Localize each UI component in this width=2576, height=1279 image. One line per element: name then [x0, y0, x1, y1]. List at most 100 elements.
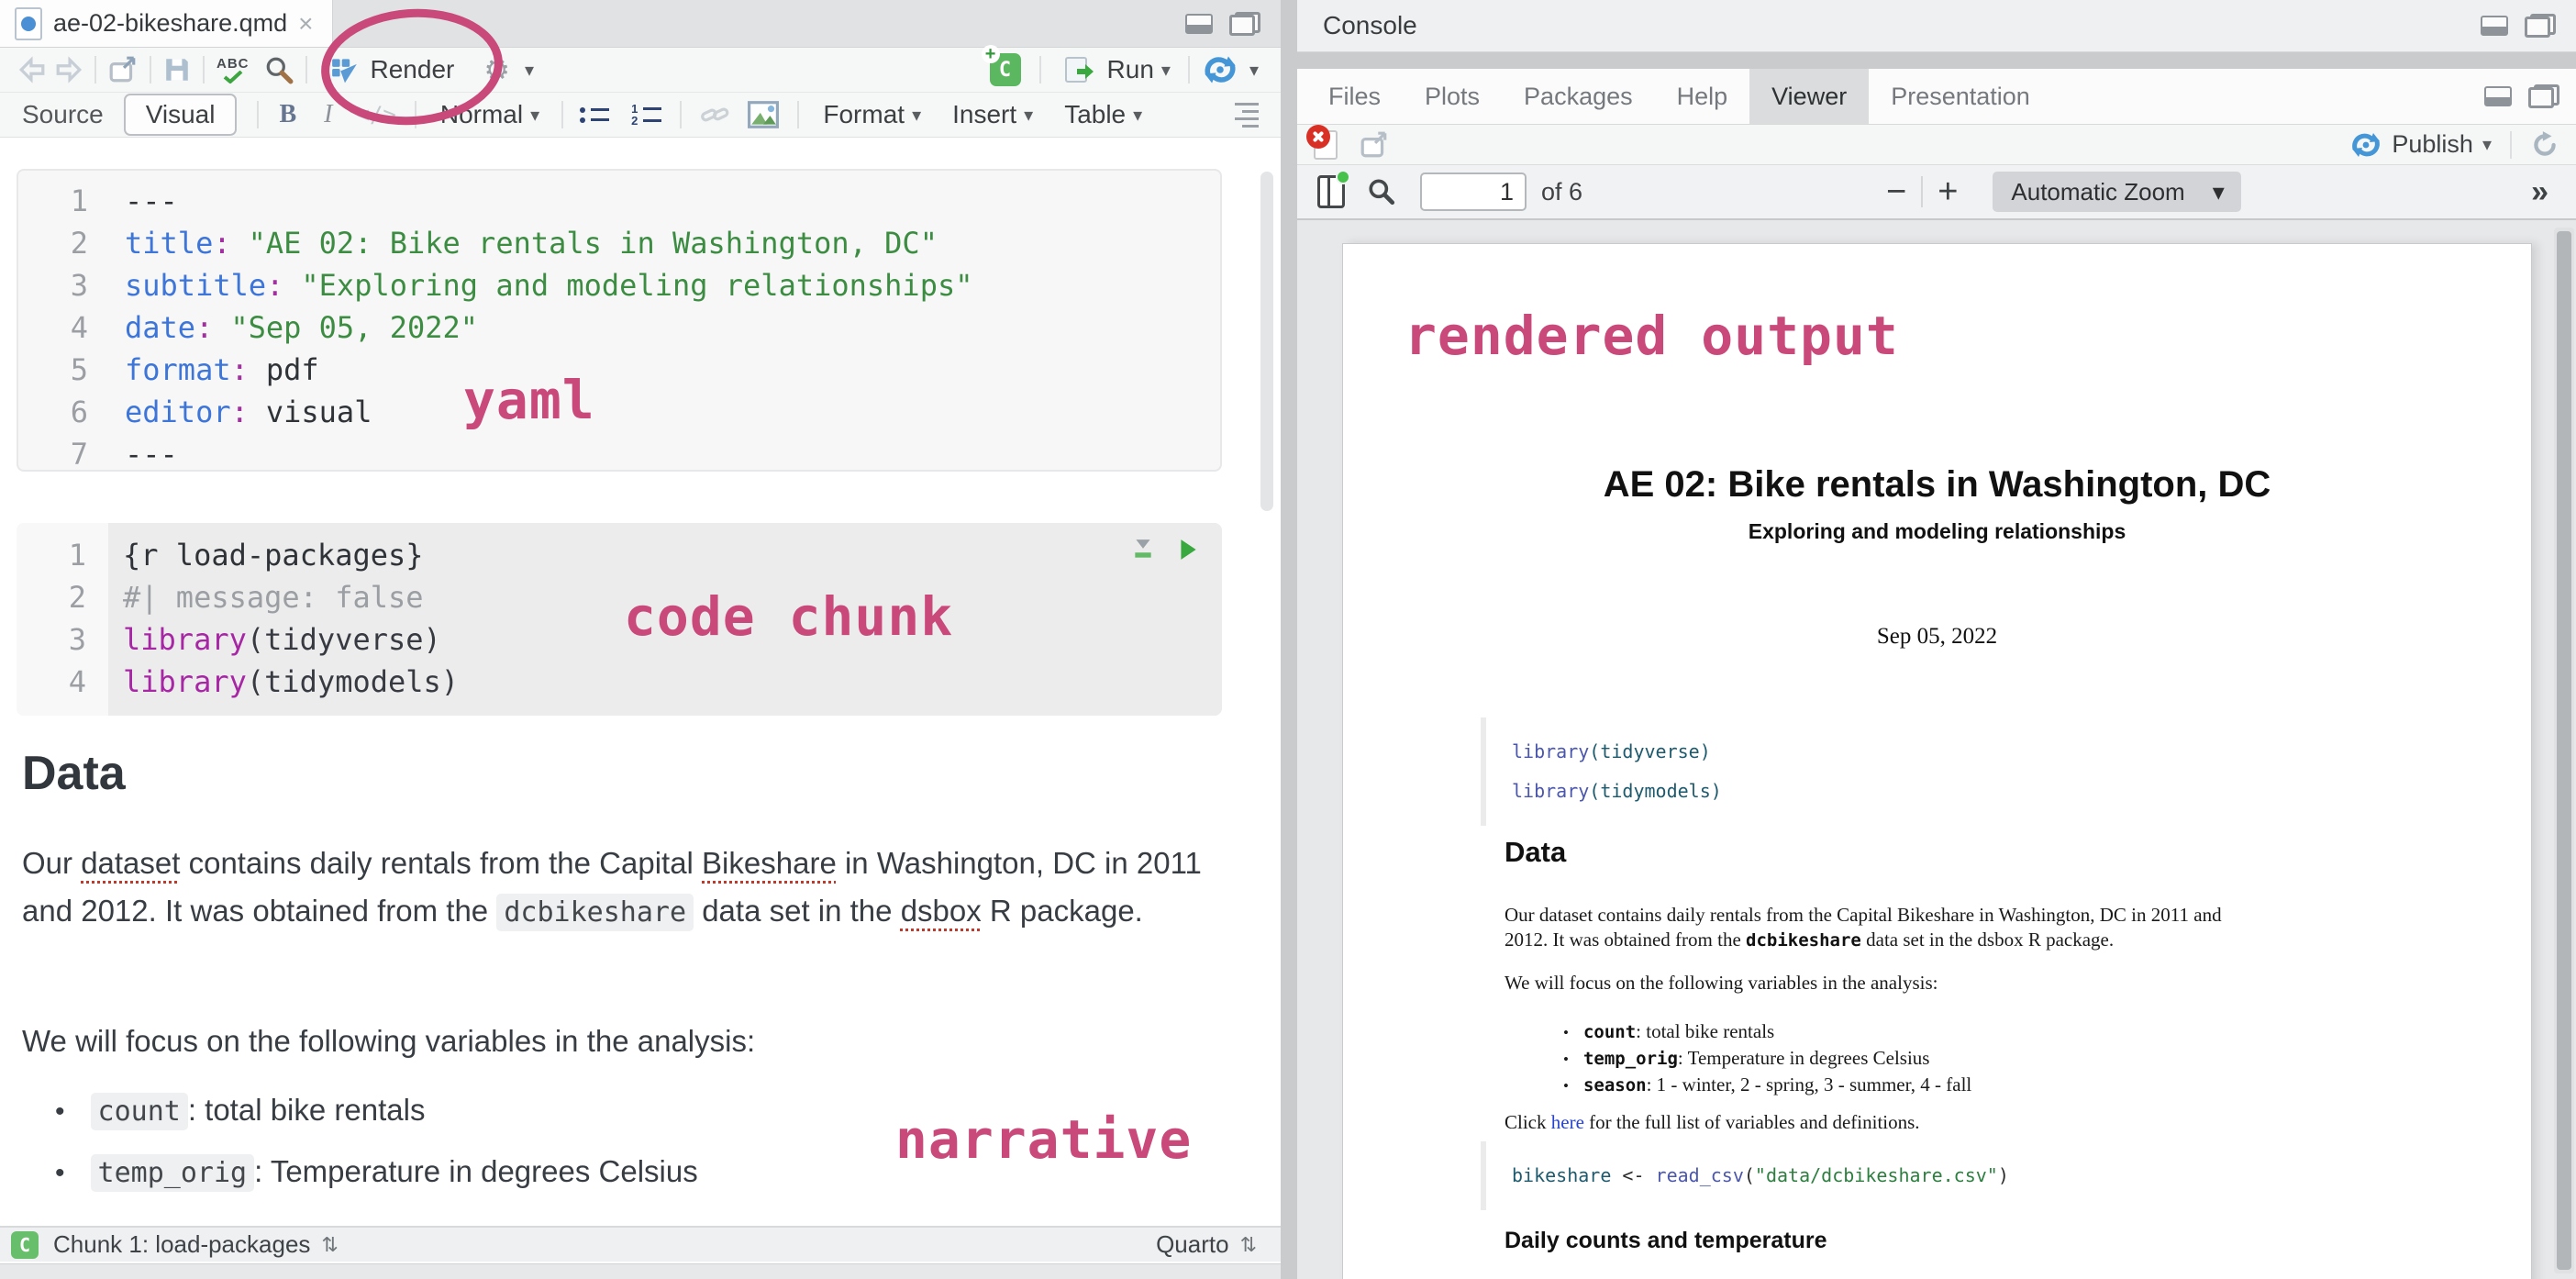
open-in-new-window-icon[interactable]	[108, 56, 138, 83]
pdf-view-area[interactable]: AE 02: Bike rentals in Washington, DC Ex…	[1297, 220, 2576, 1279]
bullet-icon: •	[1563, 1077, 1569, 1095]
tab-close-icon[interactable]: ×	[298, 9, 313, 39]
run-icon	[1065, 57, 1087, 83]
pdf-subtitle: Exploring and modeling relationships	[1343, 519, 2531, 544]
inline-code: temp_orig	[91, 1154, 255, 1192]
bullet-icon: •	[1563, 1051, 1569, 1069]
image-icon[interactable]	[748, 101, 779, 128]
back-icon[interactable]	[18, 56, 46, 83]
clear-viewer-icon[interactable]	[1314, 130, 1338, 160]
right-column: Console Files Plots Packages Help Viewer…	[1297, 0, 2576, 1279]
chunk-navigator-sorter-icon[interactable]: ⇅	[321, 1233, 338, 1257]
qmd-file-icon	[15, 7, 42, 40]
run-button[interactable]: Run ▾	[1060, 51, 1176, 88]
misspelled-word: dataset	[81, 846, 180, 880]
visual-editor-canvas[interactable]: 1--- 2title:"AE 02: Bike rentals in Wash…	[0, 139, 1281, 1226]
list-item: • temp_orig : Temperature in degrees Cel…	[55, 1154, 698, 1192]
minimize-pane-icon[interactable]	[1185, 14, 1213, 34]
misspelled-word: dsbox	[901, 894, 982, 928]
document-mode-selector[interactable]: Quarto	[1156, 1230, 1229, 1259]
publish-icon[interactable]	[2349, 131, 2382, 159]
forward-icon[interactable]	[55, 56, 83, 83]
table-menu[interactable]: Table ▾	[1059, 96, 1148, 133]
maximize-pane-icon[interactable]	[2525, 14, 2556, 38]
render-options-caret-icon[interactable]: ▾	[525, 59, 534, 82]
r-code-chunk-block[interactable]: 1{r load-packages} 2#| message: false 3l…	[17, 523, 1222, 716]
publish-caret-icon[interactable]: ▾	[1249, 59, 1259, 82]
pdf-sidebar-toggle-icon[interactable]	[1317, 175, 1345, 208]
tab-files[interactable]: Files	[1306, 69, 1403, 124]
pdf-heading-data: Data	[1505, 836, 1566, 869]
source-publish-icon[interactable]	[1202, 54, 1238, 85]
pdf-paragraph-1: Our dataset contains daily rentals from …	[1505, 903, 2500, 953]
zoom-in-button[interactable]: +	[1923, 178, 1972, 206]
search-icon[interactable]	[264, 55, 294, 84]
save-icon[interactable]	[163, 56, 191, 83]
refresh-icon[interactable]	[2530, 130, 2559, 160]
publish-caret-icon[interactable]: ▾	[2482, 133, 2492, 156]
annotation-narrative: narrative	[895, 1108, 1192, 1171]
document-mode-sorter-icon[interactable]: ⇅	[1240, 1233, 1257, 1257]
yaml-front-matter-block[interactable]: 1--- 2title:"AE 02: Bike rentals in Wash…	[17, 169, 1222, 472]
list-item: •season: 1 - winter, 2 - spring, 3 - sum…	[1563, 1073, 1971, 1100]
inline-code: count	[91, 1093, 188, 1130]
insert-menu[interactable]: Insert ▾	[947, 96, 1038, 133]
tab-plots[interactable]: Plots	[1403, 69, 1502, 124]
italic-button[interactable]: I	[324, 100, 332, 129]
bullet-list-icon[interactable]	[580, 107, 609, 123]
pane-window-controls	[1185, 0, 1281, 47]
tab-title: ae-02-bikeshare.qmd	[53, 9, 287, 38]
source-mode-button[interactable]: Source	[22, 100, 104, 129]
inline-code: dcbikeshare	[496, 894, 694, 931]
viewer-scrollbar[interactable]	[2554, 228, 2574, 1273]
bullet-icon: •	[55, 1096, 65, 1128]
zoom-level-dropdown[interactable]: Automatic Zoom ▾	[1993, 172, 2240, 212]
notification-dot	[1336, 170, 1350, 184]
pdf-tools-chevrons-icon[interactable]: »	[2531, 174, 2548, 210]
editor-scrollbar[interactable]	[1260, 172, 1273, 511]
maximize-pane-icon[interactable]	[1229, 12, 1260, 36]
console-window-controls	[2481, 14, 2556, 38]
pdf-title: AE 02: Bike rentals in Washington, DC	[1343, 464, 2531, 506]
insert-chunk-icon[interactable]: + C	[990, 53, 1021, 86]
rendered-pdf-page: AE 02: Bike rentals in Washington, DC Ex…	[1342, 243, 2532, 1279]
tab-viewer[interactable]: Viewer	[1749, 69, 1869, 124]
list-item: •count: total bike rentals	[1563, 1020, 1971, 1047]
editor-paragraph-2: We will focus on the following variables…	[22, 1018, 1215, 1065]
zoom-out-button[interactable]: −	[1871, 178, 1921, 206]
tab-ae-02-bikeshare[interactable]: ae-02-bikeshare.qmd ×	[0, 0, 333, 47]
format-menu[interactable]: Format ▾	[817, 96, 927, 133]
maximize-pane-icon[interactable]	[2528, 84, 2559, 108]
page-number-input[interactable]	[1420, 172, 1527, 211]
spellcheck-icon[interactable]: ABC	[217, 57, 250, 83]
link-icon[interactable]	[700, 102, 729, 128]
minimize-pane-icon[interactable]	[2481, 16, 2508, 36]
run-chunks-above-icon[interactable]	[1132, 538, 1154, 562]
chunk-status-icon: C	[11, 1231, 39, 1259]
output-pane: Files Plots Packages Help Viewer Present…	[1297, 69, 2576, 1279]
tab-help[interactable]: Help	[1655, 69, 1750, 124]
chunk-navigator[interactable]: Chunk 1: load-packages	[53, 1230, 310, 1259]
editor-bullet-list: • count : total bike rentals • temp_orig…	[55, 1093, 698, 1216]
editor-format-toolbar: Source Visual B I </> Normal ▾ 1 2	[0, 93, 1281, 138]
pdf-here-link[interactable]: here	[1551, 1111, 1584, 1133]
console-pane-header[interactable]: Console	[1297, 0, 2576, 52]
bold-button[interactable]: B	[279, 100, 296, 129]
bullet-icon: •	[1563, 1024, 1569, 1042]
minimize-pane-icon[interactable]	[2484, 86, 2512, 106]
visual-mode-button[interactable]: Visual	[124, 94, 238, 136]
open-in-new-window-icon[interactable]	[1360, 131, 1389, 159]
editor-status-bar: C Chunk 1: load-packages ⇅ Quarto ⇅	[0, 1226, 1281, 1262]
run-chunk-icon[interactable]	[1178, 538, 1198, 562]
publish-button[interactable]: Publish	[2392, 130, 2473, 159]
misspelled-word: Bikeshare	[702, 846, 837, 880]
pdf-bullet-list: •count: total bike rentals •temp_orig: T…	[1563, 1020, 1971, 1100]
numbered-list-icon[interactable]: 1 2	[631, 106, 661, 125]
viewer-toolbar: Publish ▾	[1297, 125, 2576, 165]
outline-toggle-icon[interactable]	[1235, 103, 1259, 128]
tab-presentation[interactable]: Presentation	[1869, 69, 2052, 124]
annotation-yaml: yaml	[463, 369, 595, 431]
pdf-search-icon[interactable]	[1367, 177, 1396, 206]
pdf-toolbar: of 6 − + Automatic Zoom ▾ »	[1297, 165, 2576, 220]
tab-packages[interactable]: Packages	[1502, 69, 1655, 124]
